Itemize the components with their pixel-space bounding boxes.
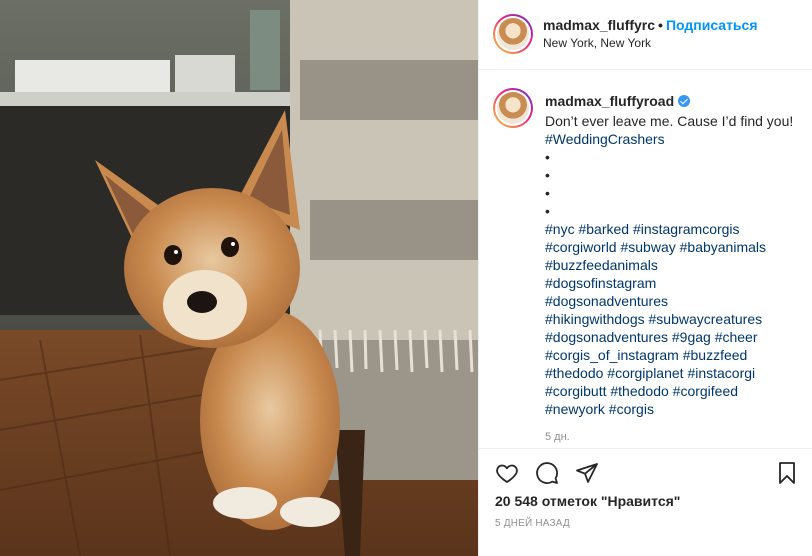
post-date[interactable]: 5 ДНЕЙ НАЗАД <box>495 518 570 529</box>
action-bar <box>479 448 812 498</box>
follow-button[interactable]: Подписаться <box>666 17 758 33</box>
comment-button[interactable] <box>535 461 559 485</box>
heart-icon <box>496 464 518 483</box>
hashtag-line[interactable]: #corgibutt #thedodo #corgifeed <box>545 382 807 400</box>
caption-author-avatar[interactable] <box>493 88 533 128</box>
caption-age[interactable]: 5 дн. <box>545 431 570 443</box>
caption-hashtag[interactable]: #WeddingCrashers <box>545 131 665 147</box>
author-line: madmax_fluffyrc • Подписаться <box>543 17 758 33</box>
hashtag-line[interactable]: #buzzfeedanimals <box>545 256 807 274</box>
caption-text: Don’t ever leave me. Cause I’d find you!… <box>545 112 807 148</box>
comment-icon <box>536 462 558 484</box>
post-photo[interactable] <box>0 0 478 556</box>
bullet: • <box>545 185 550 201</box>
share-button[interactable] <box>575 461 599 485</box>
separator-dot: • <box>658 17 663 33</box>
caption-body: Don’t ever leave me. Cause I’d find you! <box>545 113 794 129</box>
hashtag-line[interactable]: #corgiworld #subway #babyanimals <box>545 238 807 256</box>
hashtag-line[interactable]: #hikingwithdogs #subwaycreatures <box>545 310 807 328</box>
hashtag-list: #nyc #barked #instagramcorgis #corgiworl… <box>545 220 807 418</box>
post-location[interactable]: New York, New York <box>543 36 651 50</box>
bullet: • <box>545 149 550 165</box>
hashtag-line[interactable]: #newyork #corgis <box>545 400 807 418</box>
caption-bullets: • • • • <box>545 148 550 220</box>
hashtag-line[interactable]: #thedodo #corgiplanet #instacorgi <box>545 364 807 382</box>
caption-author: madmax_fluffyroad <box>545 93 691 109</box>
bookmark-icon <box>779 462 795 484</box>
hashtag-line[interactable]: #dogsonadventures #9gag #cheer <box>545 328 807 346</box>
caption-author-username[interactable]: madmax_fluffyroad <box>545 93 674 109</box>
bullet: • <box>545 203 550 219</box>
corgi-photo-illustration <box>0 0 478 556</box>
verified-badge-icon <box>678 95 691 107</box>
hashtag-line[interactable]: #corgis_of_instagram #buzzfeed <box>545 346 807 364</box>
hashtag-line[interactable]: #nyc #barked #instagramcorgis <box>545 220 807 238</box>
hashtag-line[interactable]: #dogsofinstagram <box>545 274 807 292</box>
likes-count[interactable]: 20 548 отметок "Нравится" <box>495 493 680 509</box>
post-caption: madmax_fluffyroad Don’t ever leave me. C… <box>479 70 812 448</box>
author-avatar[interactable] <box>493 14 533 54</box>
post-side-panel: madmax_fluffyrc • Подписаться New York, Ne… <box>478 0 812 556</box>
share-icon <box>576 463 598 483</box>
author-username[interactable]: madmax_fluffyrc <box>543 17 655 33</box>
post-header: madmax_fluffyrc • Подписаться New York, Ne… <box>479 0 812 70</box>
save-button[interactable] <box>775 461 799 485</box>
bullet: • <box>545 167 550 183</box>
hashtag-line[interactable]: #dogsonadventures <box>545 292 807 310</box>
like-button[interactable] <box>495 461 519 485</box>
